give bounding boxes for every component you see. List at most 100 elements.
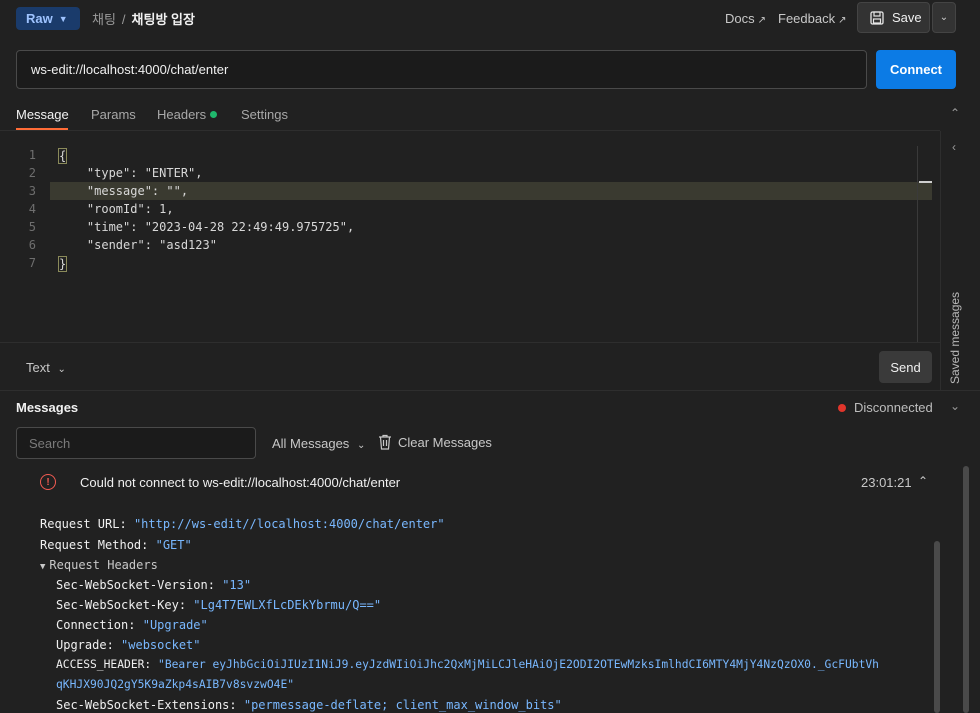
message-filter-dropdown[interactable]: All Messages ⌄ bbox=[272, 436, 365, 451]
header-key: Connection: bbox=[56, 618, 136, 632]
detail-key: Request Method: bbox=[40, 538, 149, 552]
error-icon: ! bbox=[40, 474, 56, 490]
message-detail-scrollbar[interactable] bbox=[934, 541, 940, 713]
header-value: qKHJX90JQ2gY5K9aZkp4sAIB7v8svzwO4E" bbox=[56, 678, 295, 691]
docs-label: Docs bbox=[725, 11, 755, 26]
editor-scroll-marker bbox=[919, 181, 932, 183]
chevron-left-icon[interactable]: ‹ bbox=[952, 140, 956, 154]
header-value: "Upgrade" bbox=[142, 618, 208, 632]
header-row: Upgrade: "websocket" bbox=[56, 638, 201, 652]
save-icon bbox=[870, 10, 884, 25]
request-url-row: Request URL: "http://ws-edit//localhost:… bbox=[40, 517, 445, 531]
line-number: 7 bbox=[28, 256, 36, 270]
header-row: Sec-WebSocket-Extensions: "permessage-de… bbox=[56, 698, 562, 712]
chevron-down-icon: ▼ bbox=[58, 13, 68, 24]
connect-button[interactable]: Connect bbox=[876, 50, 956, 89]
status-label: Disconnected bbox=[854, 400, 933, 415]
header-key: Sec-WebSocket-Extensions: bbox=[56, 698, 237, 712]
code-line: { bbox=[58, 148, 68, 164]
save-label: Save bbox=[892, 10, 922, 25]
detail-key: Request URL: bbox=[40, 517, 127, 531]
clear-messages-button[interactable]: Clear Messages bbox=[378, 434, 492, 450]
breadcrumb-parent[interactable]: 채팅 bbox=[92, 12, 116, 27]
code-line: "time": "2023-04-28 22:49:49.975725", bbox=[58, 220, 355, 234]
chevron-down-icon[interactable]: ⌄ bbox=[950, 399, 960, 413]
header-key: ACCESS_HEADER: bbox=[56, 658, 152, 671]
headers-indicator-dot bbox=[210, 111, 218, 118]
tab-message[interactable]: Message bbox=[16, 107, 69, 122]
docs-link[interactable]: Docs ↗ bbox=[725, 11, 766, 26]
tab-headers[interactable]: Headers bbox=[157, 107, 218, 122]
code-line: "sender": "asd123" bbox=[58, 238, 217, 252]
header-key: Upgrade: bbox=[56, 638, 114, 652]
messages-search-field[interactable] bbox=[16, 427, 256, 459]
clear-label: Clear Messages bbox=[398, 434, 492, 450]
messages-title: Messages bbox=[16, 400, 79, 415]
chevron-down-icon: ⌄ bbox=[356, 440, 366, 451]
error-message: Could not connect to ws-edit://localhost… bbox=[80, 475, 401, 490]
header-value-continuation: qKHJX90JQ2gY5K9aZkp4sAIB7v8svzwO4E" bbox=[56, 678, 294, 691]
send-button[interactable]: Send bbox=[879, 351, 932, 383]
code-line: "roomId": 1, bbox=[58, 202, 174, 216]
external-link-icon: ↗ bbox=[838, 15, 847, 26]
header-value: "Bearer eyJhbGciOiJIUzI1NiJ9.eyJzdWIiOiJ… bbox=[158, 658, 879, 671]
save-button[interactable]: Save bbox=[857, 2, 930, 33]
collapse-up-icon[interactable]: ⌃ bbox=[950, 106, 960, 120]
line-number: 3 bbox=[28, 184, 36, 198]
editor-scrollbar[interactable] bbox=[917, 146, 918, 342]
divider bbox=[0, 390, 980, 391]
format-dropdown[interactable]: Text ⌄ bbox=[26, 360, 66, 375]
header-row: Sec-WebSocket-Key: "Lg4T7EWLXfLcDEkYbrmu… bbox=[56, 598, 381, 612]
format-label: Text bbox=[26, 360, 50, 375]
header-key: Sec-WebSocket-Key: bbox=[56, 598, 187, 612]
code-line: "type": "ENTER", bbox=[58, 166, 203, 180]
detail-value: "http://ws-edit//localhost:4000/chat/ent… bbox=[133, 517, 445, 531]
tab-params[interactable]: Params bbox=[91, 107, 136, 122]
header-key: Sec-WebSocket-Version: bbox=[56, 578, 215, 592]
request-headers-toggle[interactable]: ▼ Request Headers bbox=[40, 558, 158, 572]
status-dot bbox=[838, 403, 846, 412]
messages-scrollbar[interactable] bbox=[963, 466, 969, 713]
messages-search-input[interactable] bbox=[17, 428, 255, 458]
chevron-down-icon: ⌄ bbox=[939, 12, 949, 23]
breadcrumb-current[interactable]: 채팅방 입장 bbox=[132, 12, 195, 27]
tab-settings[interactable]: Settings bbox=[241, 107, 288, 122]
header-value: "permessage-deflate; client_max_window_b… bbox=[243, 698, 562, 712]
line-number: 2 bbox=[28, 166, 36, 180]
header-value: "websocket" bbox=[121, 638, 201, 652]
feedback-label: Feedback bbox=[778, 11, 836, 26]
error-timestamp: 23:01:21 bbox=[861, 475, 912, 490]
header-row: Connection: "Upgrade" bbox=[56, 618, 208, 632]
line-number: 4 bbox=[28, 202, 36, 216]
connection-status: Disconnected bbox=[838, 400, 933, 415]
mode-dropdown[interactable]: Raw ▼ bbox=[16, 7, 80, 30]
header-row: Sec-WebSocket-Version: "13" bbox=[56, 578, 251, 592]
line-number: 6 bbox=[28, 238, 36, 252]
breadcrumb: 채팅 / 채팅방 입장 bbox=[92, 9, 195, 28]
divider bbox=[0, 342, 940, 343]
url-value: ws-edit://localhost:4000/chat/enter bbox=[31, 62, 229, 77]
mode-label: Raw bbox=[26, 11, 53, 26]
breadcrumb-separator: / bbox=[121, 12, 126, 27]
line-number: 5 bbox=[28, 220, 36, 234]
saved-messages-label[interactable]: Saved messages bbox=[948, 292, 962, 384]
header-value: "Lg4T7EWLXfLcDEkYbrmu/Q==" bbox=[193, 598, 382, 612]
request-method-row: Request Method: "GET" bbox=[40, 538, 192, 552]
message-editor[interactable]: 1 2 3 4 5 6 7 { "type": "ENTER", "messag… bbox=[0, 146, 915, 342]
detail-value: "GET" bbox=[155, 538, 192, 552]
chevron-down-icon: ⌄ bbox=[57, 364, 66, 375]
save-options-button[interactable]: ⌄ bbox=[932, 2, 956, 33]
code-line: "message": "", bbox=[58, 184, 189, 198]
url-input[interactable]: ws-edit://localhost:4000/chat/enter bbox=[16, 50, 867, 89]
request-headers-label: Request Headers bbox=[49, 558, 158, 572]
header-row: ACCESS_HEADER: "Bearer eyJhbGciOiJIUzI1N… bbox=[56, 658, 879, 671]
tabs-divider bbox=[0, 130, 940, 131]
header-value: "13" bbox=[222, 578, 252, 592]
filter-label: All Messages bbox=[272, 436, 350, 451]
chevron-up-icon[interactable]: ⌃ bbox=[918, 474, 928, 488]
line-number: 1 bbox=[28, 148, 36, 162]
feedback-link[interactable]: Feedback ↗ bbox=[778, 11, 846, 26]
trash-icon bbox=[379, 434, 391, 450]
tab-headers-label: Headers bbox=[157, 107, 207, 122]
caret-down-icon: ▼ bbox=[40, 562, 46, 572]
